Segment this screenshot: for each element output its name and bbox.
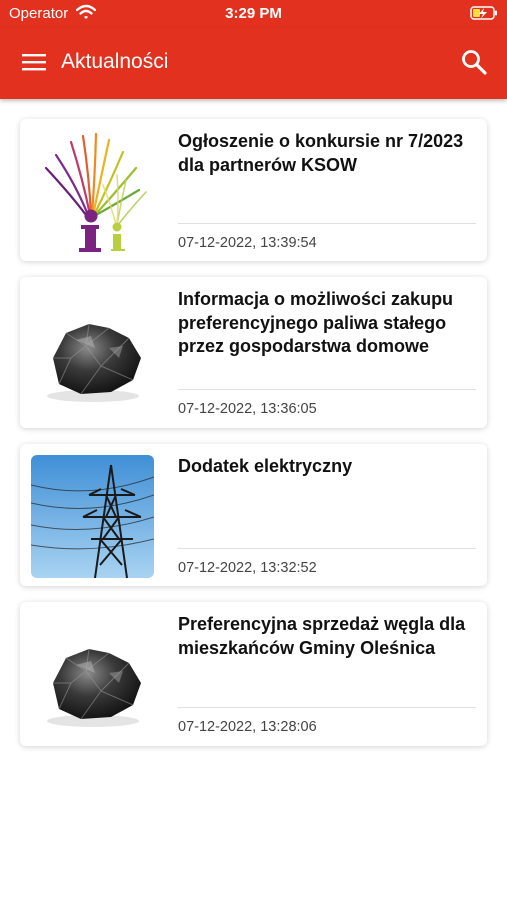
battery-charging-icon xyxy=(470,6,497,20)
news-title: Preferencyjna sprzedaż węgla dla mieszka… xyxy=(178,614,466,658)
app-bar: Aktualności xyxy=(0,28,507,99)
status-time: 3:29 PM xyxy=(225,5,282,22)
news-title: Dodatek elektryczny xyxy=(178,456,353,476)
news-date: 07-12-2022, 13:32:52 xyxy=(178,560,317,576)
news-date: 07-12-2022, 13:39:54 xyxy=(178,235,317,251)
menu-icon[interactable] xyxy=(22,52,46,72)
divider xyxy=(178,389,476,390)
news-date: 07-12-2022, 13:28:06 xyxy=(178,719,317,735)
news-card[interactable]: Preferencyjna sprzedaż węgla dla mieszka… xyxy=(20,602,487,746)
news-card[interactable]: Informacja o możliwości zakupu preferenc… xyxy=(20,277,487,428)
news-title: Informacja o możliwości zakupu preferenc… xyxy=(178,289,454,356)
divider xyxy=(178,548,476,549)
coal-lump xyxy=(47,323,141,402)
news-date: 07-12-2022, 13:36:05 xyxy=(178,401,317,417)
news-card[interactable]: Dodatek elektryczny 07-12-2022, 13:32:52 xyxy=(20,444,487,586)
news-title: Ogłoszenie o konkursie nr 7/2023 dla par… xyxy=(178,131,464,175)
power-pylon xyxy=(31,455,154,578)
status-bar: Operator 3:29 PM xyxy=(0,0,507,28)
divider xyxy=(178,223,476,224)
page-title: Aktualności xyxy=(61,50,169,73)
information-tree-logo xyxy=(44,132,147,252)
coal-lump xyxy=(47,648,141,727)
divider xyxy=(178,707,476,708)
search-icon[interactable] xyxy=(461,49,487,75)
news-card[interactable]: Ogłoszenie o konkursie nr 7/2023 dla par… xyxy=(20,119,487,261)
